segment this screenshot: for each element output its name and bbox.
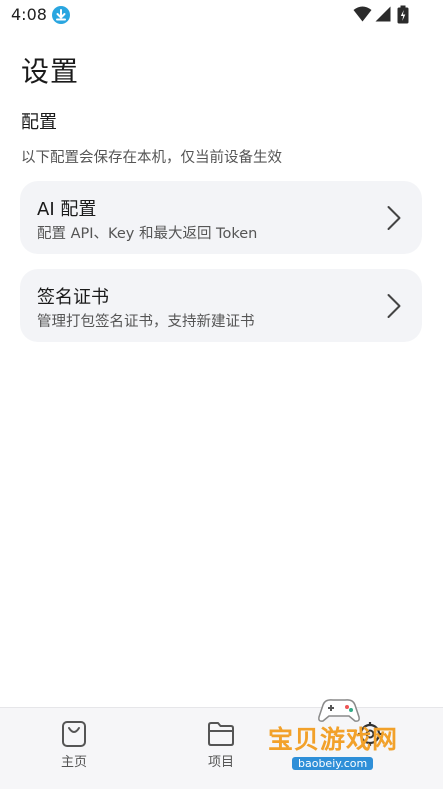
- gamepad-icon: [318, 699, 360, 722]
- signing-certificate-subtitle: 管理打包签名证书，支持新建证书: [37, 314, 255, 330]
- download-icon: [52, 6, 70, 24]
- section-description: 以下配置会保存在本机，仅当前设备生效: [21, 150, 282, 166]
- nav-item-project[interactable]: 项目: [191, 720, 251, 770]
- watermark-text: 宝贝游戏网: [268, 725, 399, 754]
- nav-item-home[interactable]: 主页: [44, 720, 104, 770]
- signing-certificate-title: 签名证书: [37, 287, 109, 308]
- chevron-right-icon: [386, 205, 402, 235]
- signal-icon: [375, 6, 391, 26]
- ai-config-card[interactable]: AI 配置 配置 API、Key 和最大返回 Token: [20, 181, 422, 254]
- section-title: 配置: [21, 112, 57, 133]
- status-bar: 4:08: [0, 0, 443, 30]
- battery-icon: [397, 5, 409, 28]
- ai-config-subtitle: 配置 API、Key 和最大返回 Token: [37, 226, 258, 242]
- bag-icon: [62, 721, 86, 747]
- nav-label-project: 项目: [207, 755, 234, 770]
- chevron-right-icon: [386, 293, 402, 323]
- watermark-url: baobeiy.com: [292, 757, 374, 770]
- signing-certificate-card[interactable]: 签名证书 管理打包签名证书，支持新建证书: [20, 269, 422, 342]
- folder-icon: [208, 722, 234, 746]
- ai-config-title: AI 配置: [37, 199, 97, 220]
- watermark: 宝贝游戏网 baobeiy.com: [262, 693, 412, 783]
- status-time: 4:08: [11, 5, 47, 24]
- nav-label-home: 主页: [60, 755, 87, 770]
- page-title: 设置: [21, 55, 80, 88]
- wifi-icon: [353, 6, 372, 26]
